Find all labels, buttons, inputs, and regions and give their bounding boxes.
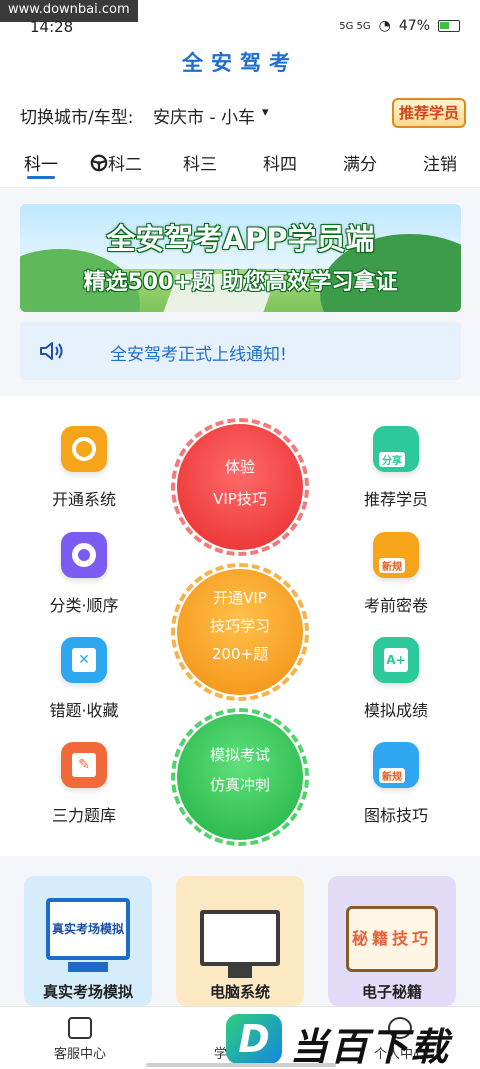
recommend-student-button[interactable]: 推荐学员 (392, 98, 466, 128)
open-book-icon: 秘籍技巧 (346, 906, 438, 972)
three-abilities-bank-button[interactable]: ✎ 三力题库 (24, 742, 144, 826)
share-icon (61, 426, 107, 472)
mock-score-label: 模拟成绩 (363, 701, 428, 720)
monitor-stand (68, 962, 108, 972)
signal-icon: 5G 5G (339, 20, 371, 32)
status-bar: www.downbai.com 14:28 5G 5G ◔ 47% (0, 0, 480, 40)
open-vip-line3: 200+题 (211, 645, 269, 663)
computer-stand (228, 966, 252, 978)
wrong-favorite-button[interactable]: ✕ 错题·收藏 (24, 637, 144, 721)
e-secret-book-label: 电子秘籍 (361, 983, 422, 1001)
mock-exam-button[interactable]: 模拟考试 仿真冲刺 (171, 708, 309, 846)
battery-percent: 47% (398, 18, 430, 34)
open-system-button[interactable]: 开通系统 (24, 426, 144, 510)
home-indicator[interactable] (146, 1063, 336, 1067)
open-system-label: 开通系统 (51, 490, 116, 509)
circle-ring (171, 418, 309, 556)
speaker-icon (40, 342, 63, 360)
battery-icon (438, 20, 460, 32)
computer-system-label: 电脑系统 (209, 983, 270, 1001)
real-exam-simulation-card[interactable]: 真实考场模拟 真实考场模拟 (24, 876, 152, 1006)
banner-headline: 全安驾考APP学员端 (106, 222, 375, 256)
subject-tabs: 科一 科二 科三 科四 满分 注销 (0, 136, 480, 188)
error-book-icon: ✕ (61, 637, 107, 683)
city-label: 切换城市/车型: (20, 108, 134, 128)
tab-subject-two[interactable]: 科二 (90, 150, 142, 175)
active-tab-indicator (27, 176, 55, 179)
promo-cards: 真实考场模拟 真实考场模拟 电脑系统 秘籍技巧 电子秘籍 (0, 856, 480, 1006)
city-select[interactable]: 安庆市 - 小车 (153, 103, 255, 128)
tab-subject-one[interactable]: 科一 (24, 150, 58, 175)
status-time: 14:28 (30, 18, 74, 36)
three-abilities-bank-label: 三力题库 (51, 806, 116, 825)
logo-mark: D (226, 1014, 282, 1064)
wrong-favorite-label: 错题·收藏 (49, 701, 119, 720)
real-exam-simulation-label: 真实考场模拟 (42, 983, 133, 1001)
new-rule-tag: 新规 (379, 768, 405, 783)
status-indicators: 5G 5G ◔ 47% (339, 18, 460, 34)
page-title: 全安驾考 (182, 51, 298, 75)
trial-vip-tips-button[interactable]: 体验 VIP技巧 (171, 418, 309, 556)
steering-wheel-icon (90, 154, 108, 172)
cloud-icon: 新规 (373, 742, 419, 788)
trial-vip-line2: VIP技巧 (213, 490, 267, 508)
banner-subline: 精选500+题 助您高效学习拿证 (83, 270, 398, 295)
computer-icon (200, 910, 280, 966)
notice-bar[interactable]: 全安驾考正式上线通知! (20, 322, 461, 380)
tab-subject-three[interactable]: 科三 (183, 150, 217, 175)
function-area: 开通系统 分类·顺序 ✕ 错题·收藏 ✎ 三力题库 分享 推荐学员 新规 考前密… (0, 396, 480, 856)
customer-service-icon (68, 1017, 92, 1039)
wifi-icon: ◔ (378, 18, 391, 34)
open-vip-line2: 技巧学习 (209, 617, 270, 635)
tab-logout[interactable]: 注销 (423, 150, 457, 175)
e-secret-book-card[interactable]: 秘籍技巧 电子秘籍 (328, 876, 456, 1006)
nav-customer-service[interactable]: 客服中心 (20, 1017, 140, 1062)
pre-exam-paper-label: 考前密卷 (363, 596, 428, 615)
sign-tips-button[interactable]: 新规 图标技巧 (336, 742, 456, 826)
open-vip-line1: 开通VIP (213, 589, 267, 607)
trial-vip-line1: 体验 (224, 458, 255, 476)
target-icon (61, 532, 107, 578)
share-doc-icon: 分享 (373, 426, 419, 472)
new-rule-tag: 新规 (379, 558, 405, 573)
open-vip-button[interactable]: 开通VIP 技巧学习 200+题 (171, 563, 309, 701)
book-icon: ✎ (61, 742, 107, 788)
computer-system-card[interactable]: 电脑系统 (176, 876, 304, 1006)
recommend-student-function[interactable]: 分享 推荐学员 (336, 426, 456, 510)
calendar-icon: 新规 (373, 532, 419, 578)
city-selector-row: 切换城市/车型: 安庆市 - 小车 ▾ 推荐学员 (0, 90, 480, 136)
logo-text: 当百下载 (290, 1025, 451, 1069)
tab-subject-two-label: 科二 (108, 155, 142, 175)
sign-tips-label: 图标技巧 (363, 806, 428, 825)
mock-score-button[interactable]: A+ 模拟成绩 (336, 637, 456, 721)
mock-exam-line2: 仿真冲刺 (209, 776, 270, 794)
nav-customer-service-label: 客服中心 (53, 1047, 106, 1062)
tab-full-score[interactable]: 满分 (343, 150, 377, 175)
promo-banner[interactable]: 全安驾考APP学员端 精选500+题 助您高效学习拿证 (20, 204, 461, 312)
chevron-down-icon[interactable]: ▾ (262, 105, 269, 120)
tab-subject-four[interactable]: 科四 (263, 150, 297, 175)
recommend-student-label: 推荐学员 (363, 490, 428, 509)
mock-exam-line1: 模拟考试 (209, 746, 270, 764)
app-header: 全安驾考 (0, 40, 480, 90)
site-logo-watermark: D 当百下载 (226, 1010, 476, 1069)
notice-text: 全安驾考正式上线通知! (110, 345, 287, 365)
share-tag: 分享 (379, 452, 405, 467)
category-order-button[interactable]: 分类·顺序 (24, 532, 144, 616)
category-order-label: 分类·顺序 (49, 596, 119, 615)
grade-icon: A+ (373, 637, 419, 683)
monitor-icon: 真实考场模拟 (46, 898, 130, 960)
pre-exam-paper-button[interactable]: 新规 考前密卷 (336, 532, 456, 616)
